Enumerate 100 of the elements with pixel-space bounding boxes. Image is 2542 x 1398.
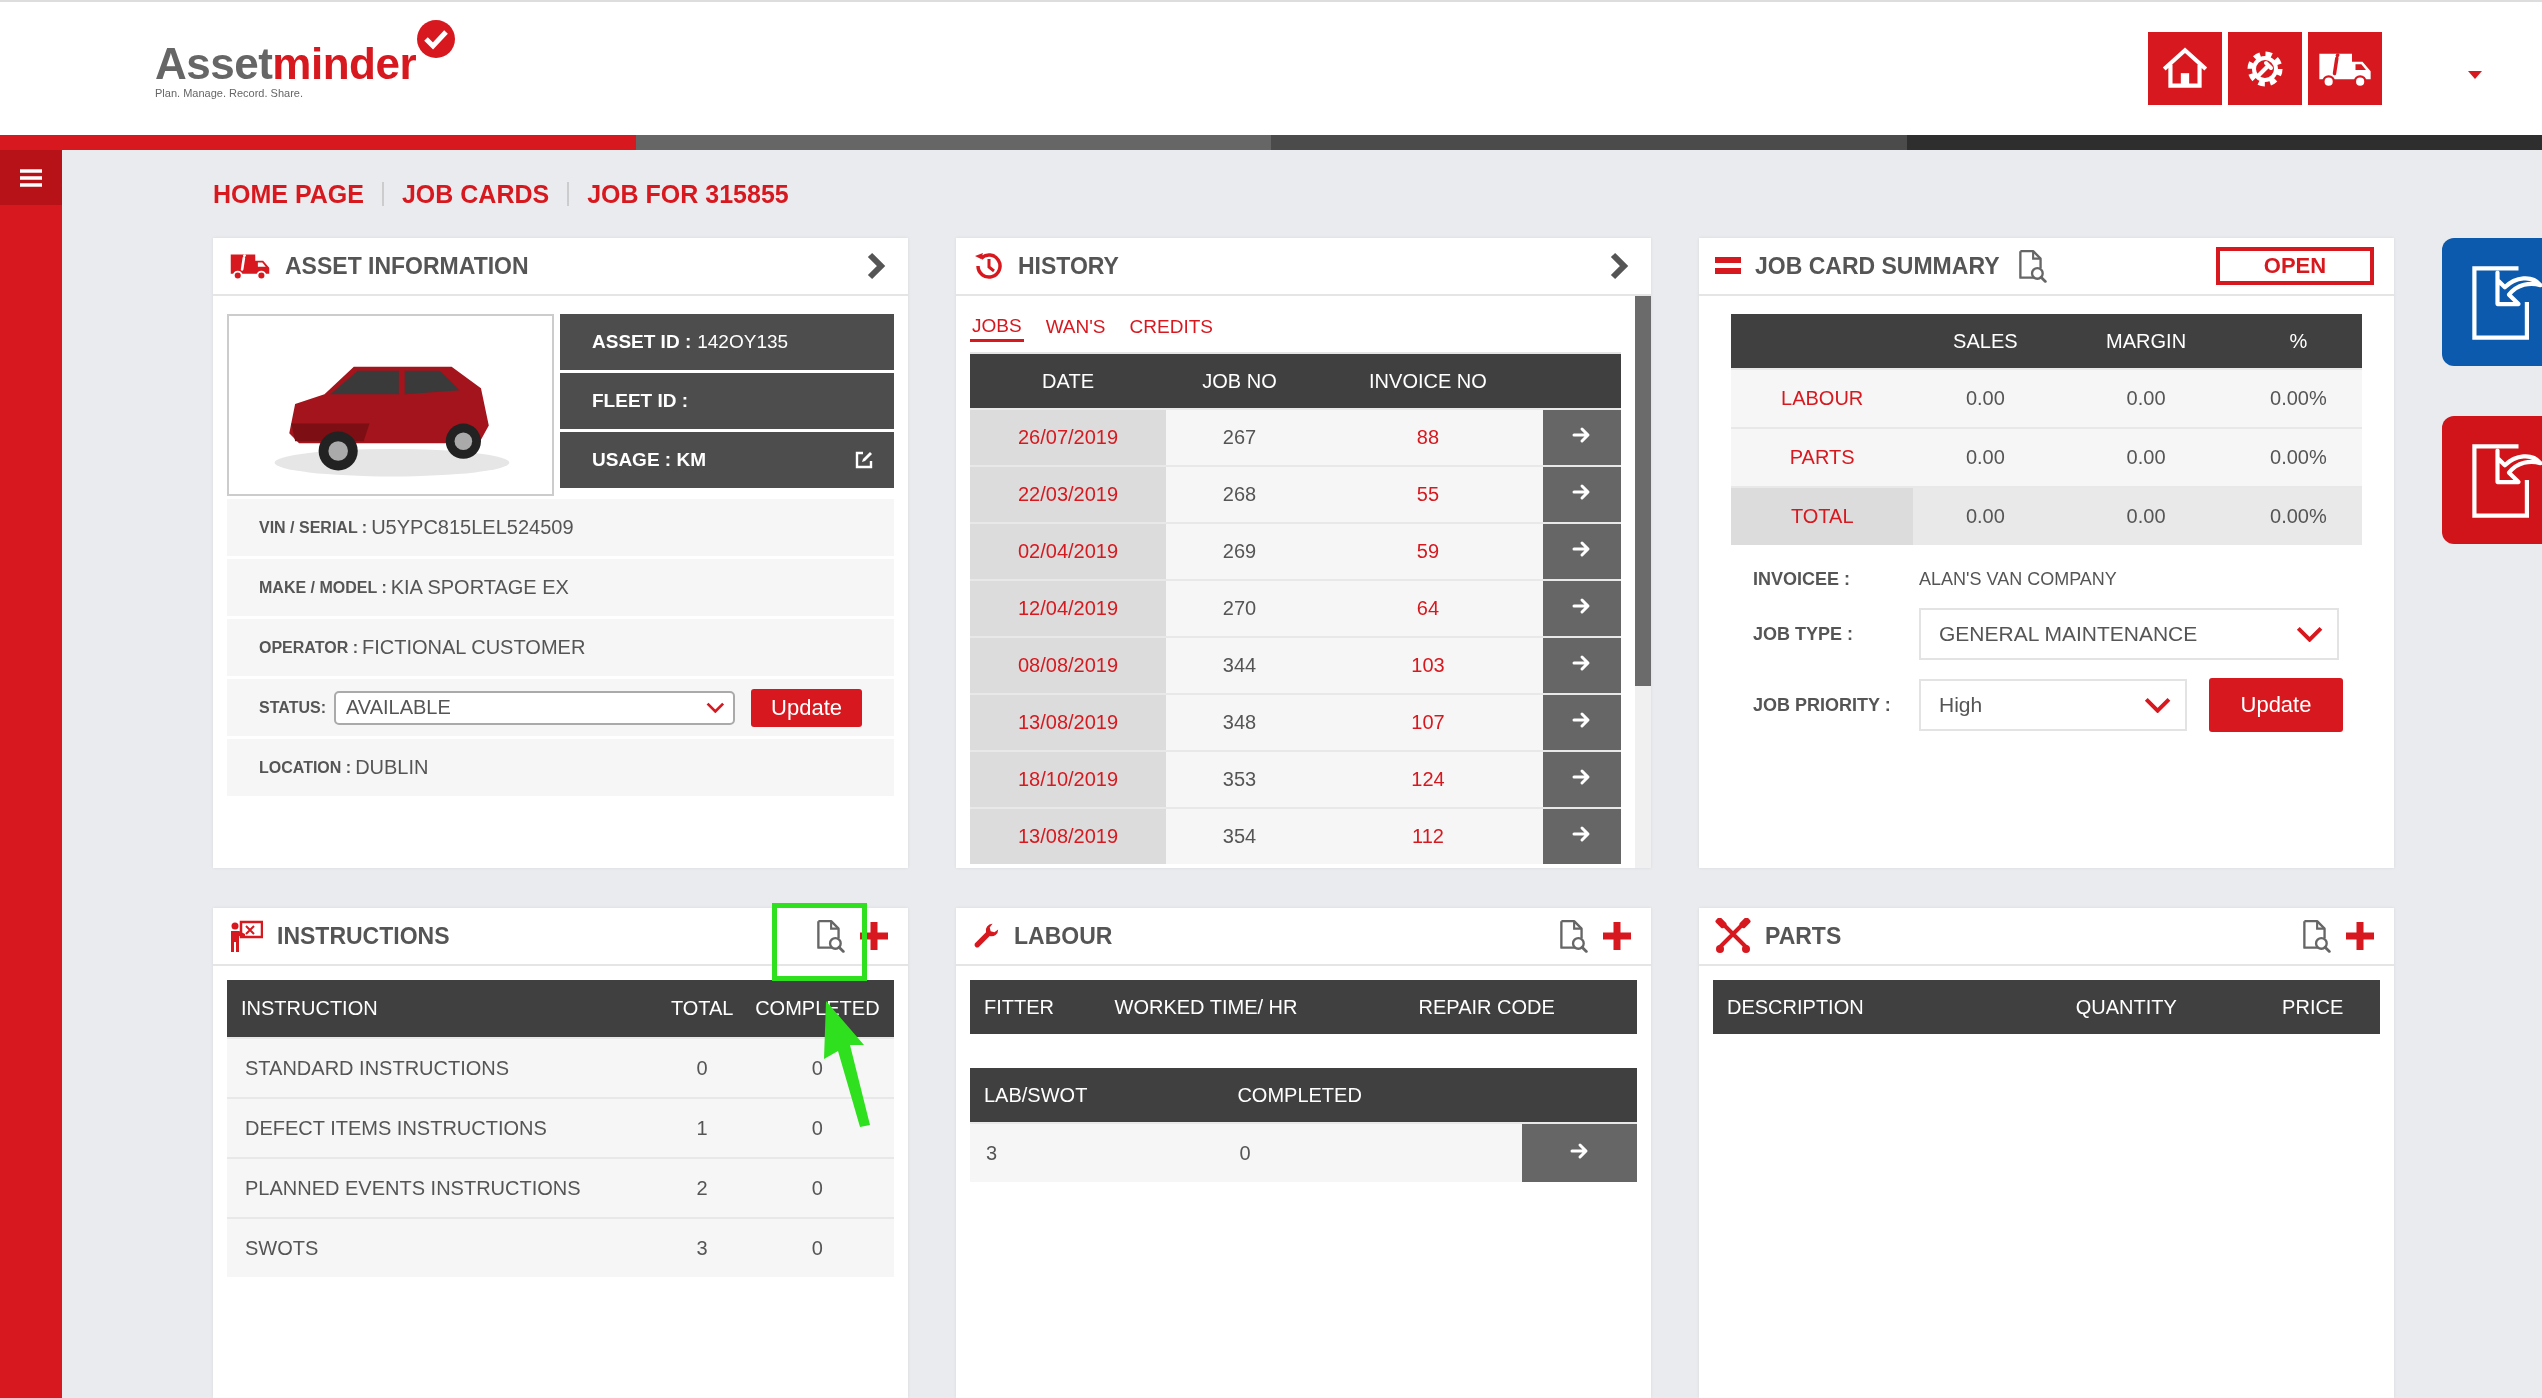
table-cell: 0.00%: [2234, 369, 2362, 428]
summary-icon: [1715, 257, 1741, 275]
table-cell: 103: [1312, 637, 1543, 694]
table-cell: 13/08/2019: [970, 808, 1167, 864]
column-header: QUANTITY: [2007, 980, 2233, 1034]
column-header: PRICE: [2232, 980, 2380, 1034]
table-cell: 0: [663, 1038, 741, 1098]
field-label: JOB TYPE :: [1753, 623, 1855, 645]
field-label: ASSET ID :: [592, 331, 692, 353]
panel-title: HISTORY: [1018, 252, 1119, 280]
job-type-dropdown[interactable]: GENERAL MAINTENANCE: [1919, 608, 2339, 660]
panel-title: LABOUR: [1014, 922, 1113, 950]
table-cell: 344: [1166, 637, 1313, 694]
update-button[interactable]: Update: [751, 688, 862, 727]
table-cell: 26/07/2019: [970, 409, 1167, 466]
table-cell: 269: [1166, 523, 1313, 580]
column-header: COMPLETED: [1223, 1068, 1522, 1123]
chevron-down-icon: [706, 702, 726, 713]
column-header: TOTAL: [663, 980, 741, 1038]
update-button[interactable]: Update: [2209, 678, 2343, 732]
open-button[interactable]: [1543, 808, 1621, 864]
menu-icon: [20, 168, 42, 187]
add-icon[interactable]: [2346, 922, 2374, 950]
column-header: REPAIR CODE: [1404, 980, 1637, 1034]
open-button[interactable]: [1543, 580, 1621, 637]
open-button[interactable]: [1543, 637, 1621, 694]
table-cell: 22/03/2019: [970, 466, 1167, 523]
menu-button[interactable]: [0, 150, 62, 205]
table-cell: 02/04/2019: [970, 523, 1167, 580]
table-cell: 0: [740, 1158, 894, 1218]
open-button[interactable]: [1543, 751, 1621, 808]
field-value: U5YPC815LEL524509: [371, 516, 574, 539]
edit-icon[interactable]: [854, 450, 874, 470]
arrow-right-icon: [1572, 824, 1592, 844]
column-header: INVOICE NO: [1312, 354, 1543, 409]
status-badge: OPEN: [2216, 247, 2374, 285]
table-cell: 2: [663, 1158, 741, 1218]
arrow-right-icon: [1572, 539, 1592, 559]
check-icon: [416, 18, 457, 59]
column-header: WORKED TIME/ HR: [1100, 980, 1405, 1034]
history-tab[interactable]: WAN'S: [1043, 312, 1108, 342]
add-icon[interactable]: [860, 922, 888, 950]
row-label: LABOUR: [1731, 369, 1914, 428]
field-value: 142OY135: [697, 331, 789, 353]
table-cell: 12/04/2019: [970, 580, 1167, 637]
scrollbar[interactable]: [1635, 296, 1651, 868]
presentation-icon: [229, 919, 263, 953]
panel-title: PARTS: [1765, 922, 1842, 950]
table-cell: DEFECT ITEMS INSTRUCTIONS: [227, 1098, 664, 1158]
table-cell: 0.00: [1913, 487, 2058, 545]
add-icon[interactable]: [1603, 922, 1631, 950]
chevron-down-icon: [2143, 697, 2171, 713]
history-tab[interactable]: CREDITS: [1127, 312, 1215, 342]
table-cell: 3: [970, 1123, 1224, 1182]
settings-button[interactable]: [2228, 32, 2302, 105]
table-cell: 0: [740, 1098, 894, 1158]
status-dropdown[interactable]: AVAILABLE: [333, 690, 736, 725]
panel-title: JOB CARD SUMMARY: [1755, 252, 2000, 280]
field-label: STATUS:: [259, 698, 326, 717]
export-button[interactable]: [2442, 238, 2542, 366]
vehicle-info-button[interactable]: [2308, 32, 2382, 105]
table-cell: 0.00: [2057, 428, 2235, 487]
table-cell: 267: [1166, 409, 1313, 466]
table-cell: 64: [1312, 580, 1543, 637]
column-header: LAB/SWOT: [970, 1068, 1224, 1123]
table-cell: 59: [1312, 523, 1543, 580]
breadcrumb-link[interactable]: JOB CARDS: [401, 179, 550, 209]
open-button[interactable]: [1543, 409, 1621, 466]
breadcrumb-link[interactable]: HOME PAGE: [213, 179, 364, 209]
job-priority-dropdown[interactable]: High: [1919, 679, 2187, 731]
truck-icon: [229, 251, 271, 281]
logo-tagline: Plan. Manage. Record. Share.: [155, 86, 304, 99]
column-header: %: [2234, 314, 2362, 369]
breadcrumb-link[interactable]: JOB FOR 315855: [587, 179, 789, 209]
table-cell: 08/08/2019: [970, 637, 1167, 694]
table-cell: SWOTS: [227, 1218, 664, 1277]
export-button[interactable]: [2442, 416, 2542, 544]
chevron-right-icon[interactable]: [866, 252, 888, 280]
column-header: FITTER: [970, 980, 1101, 1034]
field-label: JOB PRIORITY :: [1753, 694, 1892, 716]
open-button[interactable]: [1543, 523, 1621, 580]
field-value: ALAN'S VAN COMPANY: [1919, 569, 2117, 590]
dropdown-caret-icon[interactable]: [2468, 70, 2482, 79]
open-button[interactable]: [1522, 1123, 1637, 1182]
field-value: FICTIONAL CUSTOMER: [361, 636, 586, 659]
table-cell: 353: [1166, 751, 1313, 808]
history-tab[interactable]: JOBS: [970, 312, 1024, 342]
table-cell: 0.00: [1913, 369, 2058, 428]
arrow-right-icon: [1572, 653, 1592, 673]
table-cell: 270: [1166, 580, 1313, 637]
field-value: DUBLIN: [355, 756, 429, 779]
open-button[interactable]: [1543, 466, 1621, 523]
field-label: INVOICEE :: [1753, 569, 1851, 590]
chevron-right-icon[interactable]: [1609, 252, 1631, 280]
open-button[interactable]: [1543, 694, 1621, 751]
table-cell: 107: [1312, 694, 1543, 751]
table-cell: 112: [1312, 808, 1543, 864]
home-button[interactable]: [2148, 32, 2222, 105]
row-label: TOTAL: [1731, 487, 1914, 545]
logo-wordmark: Assetminder: [155, 38, 417, 89]
